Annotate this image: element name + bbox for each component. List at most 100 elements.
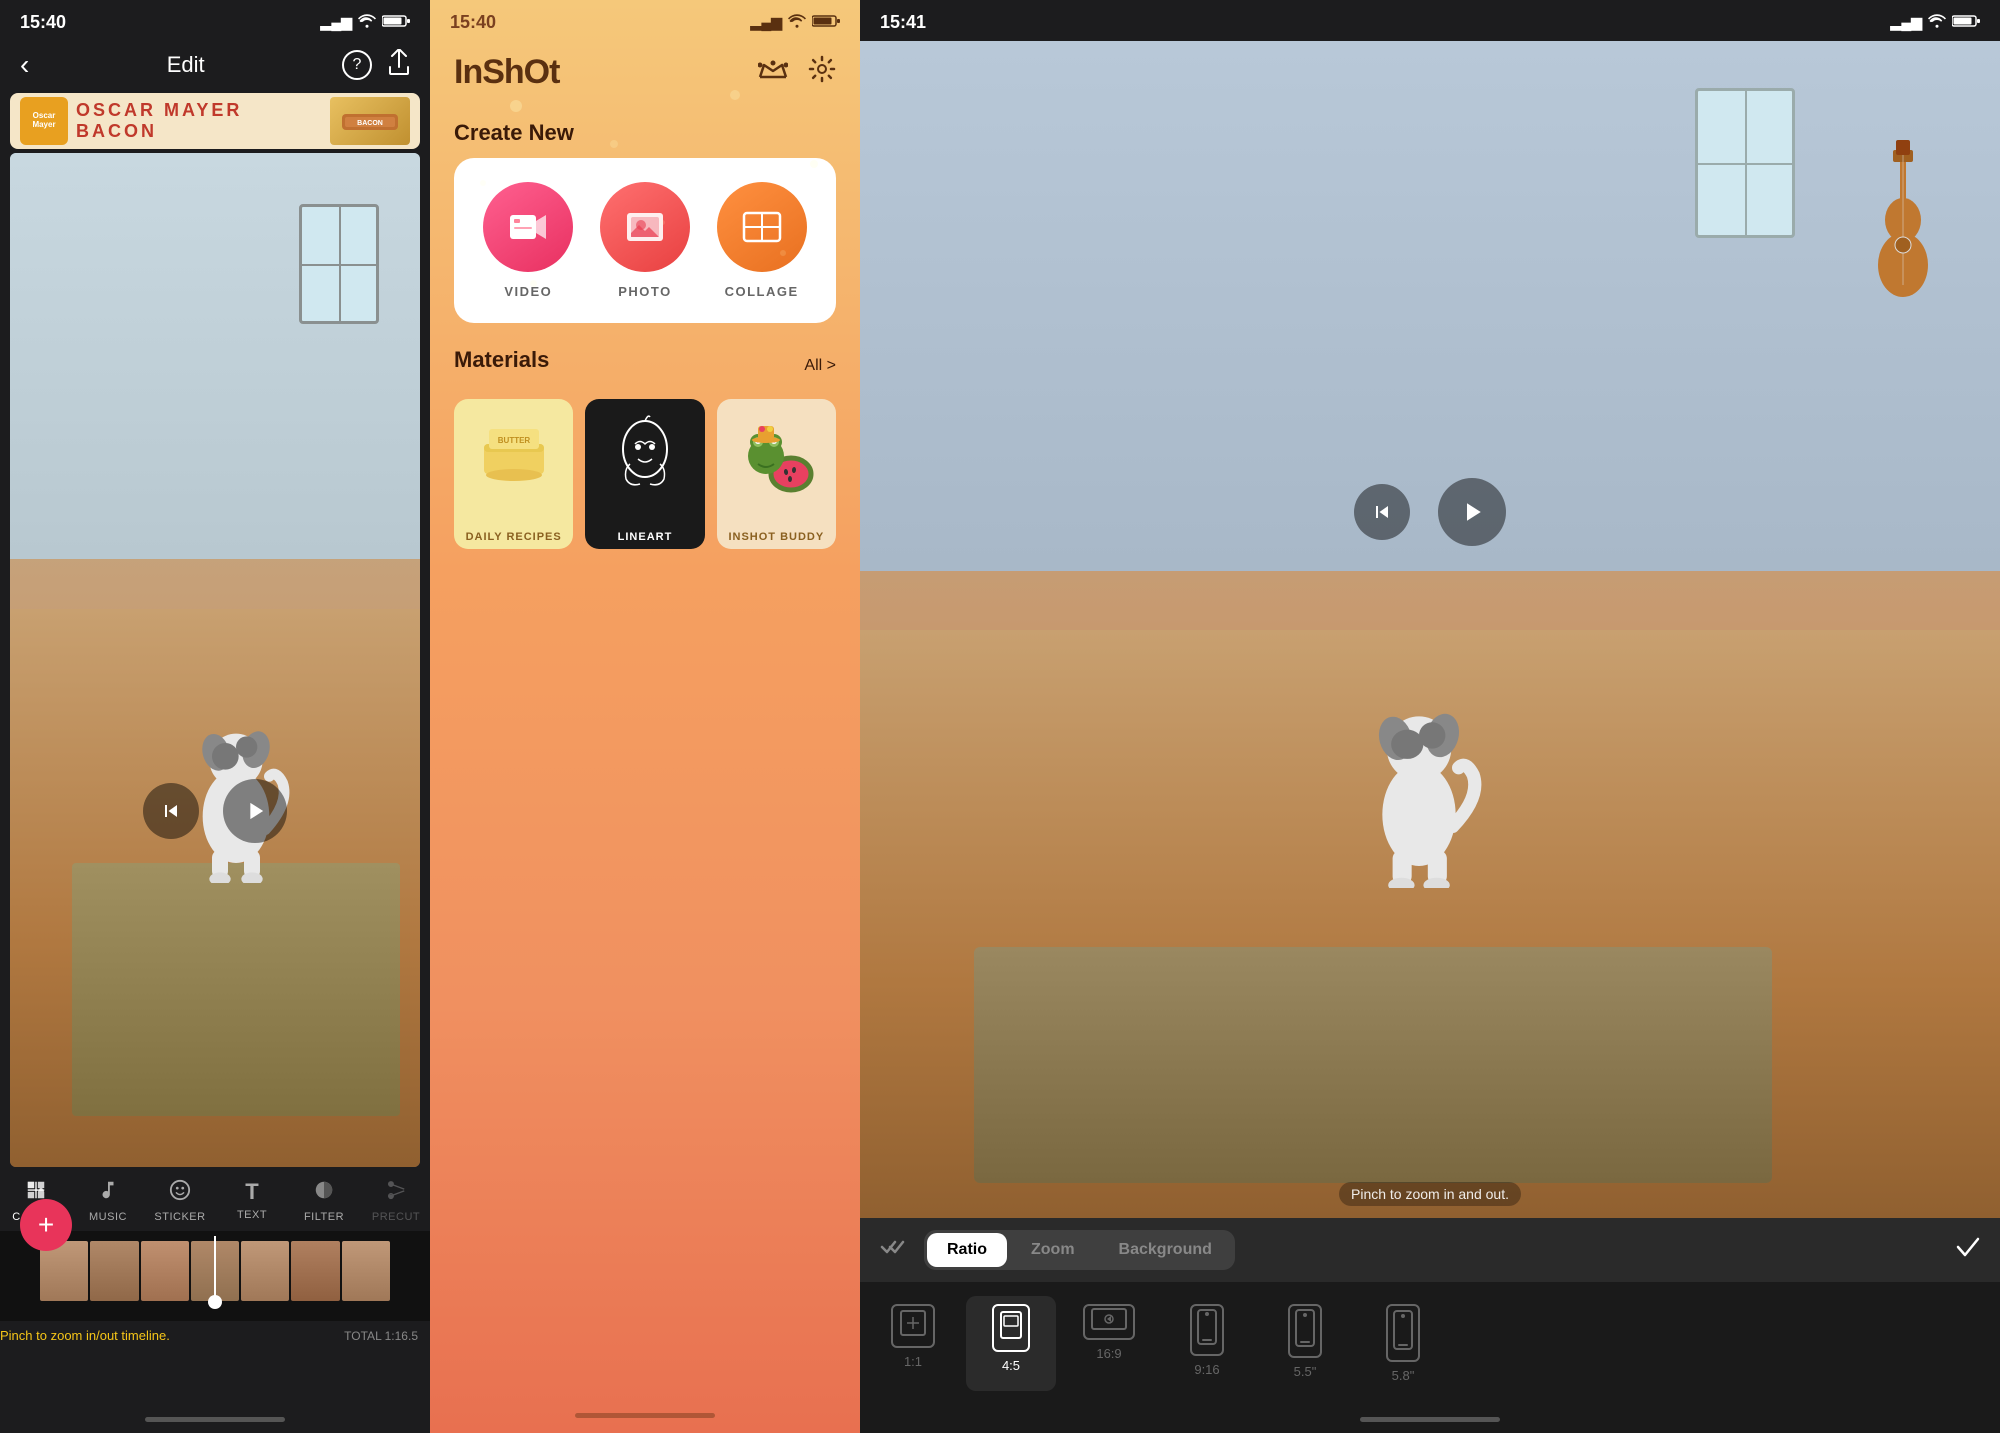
precut-icon (385, 1179, 407, 1207)
add-button-p1[interactable]: + (20, 1199, 72, 1251)
tab-zoom[interactable]: Zoom (1011, 1233, 1095, 1267)
timeline-p1[interactable] (0, 1231, 430, 1321)
confirm-button[interactable] (1952, 1236, 1984, 1264)
toolbar-text[interactable]: T TEXT (216, 1175, 288, 1227)
battery-icon-p2 (812, 14, 840, 31)
ratio-item-4-5[interactable]: 4:5 (966, 1296, 1056, 1391)
plus-icon: + (38, 1211, 54, 1239)
recipes-image: BUTTER (454, 399, 573, 509)
ratio-name-1-1: 1:1 (904, 1354, 922, 1369)
video-preview-p1 (10, 153, 420, 1167)
settings-icon[interactable] (808, 55, 836, 90)
recipes-label: DAILY RECIPES (454, 525, 573, 549)
header-p2: InShOt (430, 41, 860, 104)
ratio-icon-5-5in (1295, 1309, 1315, 1353)
play-button-p3[interactable] (1438, 478, 1506, 546)
ratio-item-16-9[interactable]: 16:9 (1064, 1296, 1154, 1391)
ratio-icon-1-1 (899, 1309, 927, 1343)
ratio-name-5-8in: 5.8" (1392, 1368, 1415, 1383)
create-video-item[interactable]: VIDEO (483, 182, 573, 299)
sticker-icon (169, 1179, 191, 1207)
home-indicator-p1 (0, 1405, 430, 1433)
ratio-zoom-bg-bar: Ratio Zoom Background (860, 1218, 2000, 1282)
status-bar-p1: 15:40 ▂▄▆ (0, 0, 430, 41)
frame-3 (141, 1241, 189, 1301)
ratio-item-5-5in[interactable]: 5.5" (1260, 1296, 1350, 1391)
material-buddy[interactable]: INSHOT BUDDY (717, 399, 836, 549)
toolbar-filter[interactable]: FILTER (288, 1175, 360, 1227)
header-icons-p2 (758, 55, 836, 90)
pinch-hint-p3: Pinch to zoom in and out. (1339, 1182, 1521, 1206)
video-controls-p1 (143, 779, 287, 843)
ratio-name-9-16: 9:16 (1194, 1362, 1219, 1377)
panel-home: 15:40 ▂▄▆ InShOt (430, 0, 860, 1433)
ratio-box-9-16 (1190, 1304, 1224, 1356)
oscar-logo: OscarMayer (20, 97, 68, 145)
signal-icon: ▂▄▆ (321, 14, 352, 31)
ratio-item-5-8in[interactable]: 5.8" (1358, 1296, 1448, 1391)
battery-icon-p3 (1952, 14, 1980, 31)
ratio-icon-4-5 (1000, 1311, 1022, 1345)
help-button[interactable]: ? (342, 50, 372, 80)
create-collage-item[interactable]: COLLAGE (717, 182, 807, 299)
materials-header: Materials All > (454, 347, 836, 385)
create-new-section: Create New VIDEO (430, 104, 860, 331)
ratio-name-16-9: 16:9 (1096, 1346, 1121, 1361)
rewind-button-p3[interactable] (1354, 484, 1410, 540)
toolbar-music[interactable]: MUSIC (72, 1175, 144, 1227)
share-button[interactable] (388, 49, 410, 81)
back-button[interactable]: ‹ (20, 49, 29, 81)
tab-ratio[interactable]: Ratio (927, 1233, 1007, 1267)
text-label: TEXT (237, 1209, 267, 1221)
frame-6 (291, 1241, 339, 1301)
wifi-icon (358, 14, 376, 31)
filter-icon (313, 1179, 335, 1207)
ad-banner[interactable]: OscarMayer OSCAR MAYER BACON BACON (10, 93, 420, 149)
timeline-dot (208, 1295, 222, 1309)
ratio-tabs: Ratio Zoom Background (924, 1230, 1235, 1270)
ratio-box-5-5in (1288, 1304, 1322, 1358)
ratio-box-16-9 (1083, 1304, 1135, 1340)
ratio-icon-9-16 (1197, 1309, 1217, 1351)
time-p2: 15:40 (450, 12, 496, 33)
all-materials-button[interactable]: All > (804, 357, 836, 375)
video-controls-p3 (1354, 478, 1506, 546)
ratio-item-9-16[interactable]: 9:16 (1162, 1296, 1252, 1391)
ratio-box-4-5 (992, 1304, 1030, 1352)
material-lineart[interactable]: LINEART (585, 399, 704, 549)
ad-text: OSCAR MAYER BACON (76, 100, 322, 142)
precut-label: PRECUT (372, 1211, 420, 1223)
ad-product-image: BACON (330, 97, 410, 145)
total-duration: TOTAL 1:16.5 (344, 1329, 418, 1343)
create-photo-item[interactable]: PHOTO (600, 182, 690, 299)
home-bar-p1 (145, 1417, 285, 1422)
time-p3: 15:41 (880, 12, 926, 33)
double-check-icon[interactable] (876, 1236, 912, 1264)
materials-grid: BUTTER DAILY RECIPES (454, 399, 836, 549)
text-icon: T (245, 1179, 258, 1205)
crown-icon[interactable] (758, 57, 788, 88)
logo-text: InShOt (454, 53, 559, 91)
create-new-title: Create New (454, 120, 836, 146)
toolbar-precut[interactable]: PRECUT (360, 1175, 430, 1227)
frame-2 (90, 1241, 138, 1301)
home-indicator-p2 (430, 1405, 860, 1433)
play-button-p1[interactable] (223, 779, 287, 843)
frame-7 (342, 1241, 390, 1301)
toolbar-sticker[interactable]: STICKER (144, 1175, 216, 1227)
lineart-image (585, 399, 704, 509)
buddy-label: INSHOT BUDDY (717, 525, 836, 549)
svg-text:BUTTER: BUTTER (497, 436, 530, 445)
buddy-image (717, 399, 836, 509)
ratio-item-1-1[interactable]: 1:1 (868, 1296, 958, 1391)
tab-background[interactable]: Background (1099, 1233, 1232, 1267)
page-title-edit: Edit (167, 52, 205, 78)
pinch-hint-area: Pinch to zoom in/out timeline. TOTAL 1:1… (0, 1321, 430, 1345)
ratio-name-4-5: 4:5 (1002, 1358, 1020, 1373)
home-indicator-p3 (860, 1405, 2000, 1433)
material-recipes[interactable]: BUTTER DAILY RECIPES (454, 399, 573, 549)
rewind-button-p1[interactable] (143, 783, 199, 839)
ratio-box-1-1 (891, 1304, 935, 1348)
signal-icon-p2: ▂▄▆ (751, 14, 782, 31)
status-bar-p2: 15:40 ▂▄▆ (430, 0, 860, 41)
